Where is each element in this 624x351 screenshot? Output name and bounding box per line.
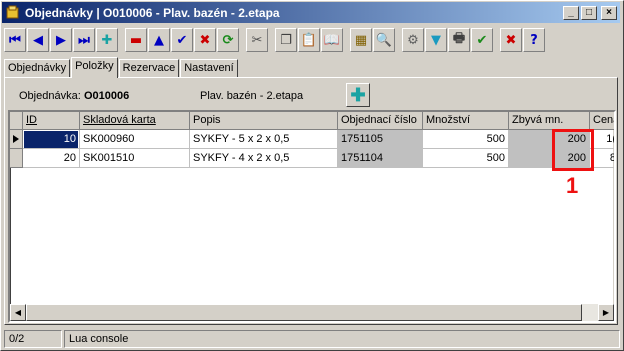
row-indicator[interactable] — [10, 149, 23, 168]
first-record-button[interactable]: ⏮ — [4, 28, 26, 52]
ok-button[interactable]: ✔ — [471, 28, 493, 52]
filter-icon: ▼ — [431, 32, 441, 48]
last-record-button[interactable]: ⏭ — [73, 28, 95, 52]
ok-icon: ✔ — [476, 32, 488, 48]
tree-icon: ▦ — [354, 32, 368, 48]
search-icon: 🔍 — [375, 32, 393, 48]
close-button[interactable]: × — [601, 5, 617, 20]
refresh-button[interactable]: ⟳ — [217, 28, 239, 52]
paste-icon: 📋 — [300, 32, 318, 48]
tab-nastaveni[interactable]: Nastavení — [180, 59, 238, 77]
add-record-icon: ✚ — [101, 32, 113, 48]
delete-record-button[interactable]: ▬ — [125, 28, 147, 52]
up-button[interactable]: ▲ — [148, 28, 170, 52]
scroll-thumb[interactable] — [26, 304, 582, 321]
scroll-left-button[interactable]: ◀ — [10, 304, 26, 321]
print-button[interactable]: 🖶 — [448, 28, 470, 52]
row-indicator-header — [10, 112, 23, 130]
annotation-highlight-box — [552, 129, 594, 171]
cancel-edit-button[interactable]: ✖ — [194, 28, 216, 52]
confirm-icon: ✔ — [176, 32, 188, 48]
title-bar[interactable]: Objednávky | O010006 - Plav. bazén - 2.e… — [2, 2, 620, 23]
filter-button[interactable]: ▼ — [425, 28, 447, 52]
settings-button[interactable]: ⚙ — [402, 28, 424, 52]
book-button[interactable]: 📖 — [321, 28, 343, 52]
cell-quantity[interactable]: 500 — [423, 130, 509, 149]
up-icon: ▲ — [154, 32, 164, 48]
copy-button[interactable]: ❐ — [275, 28, 297, 52]
first-record-icon: ⏮ — [9, 32, 21, 48]
cell-order-number[interactable]: 1751104 — [338, 149, 423, 168]
help-icon: ? — [530, 32, 538, 48]
column-header-order-number[interactable]: Objednací číslo — [338, 112, 423, 130]
print-icon: 🖶 — [452, 31, 466, 46]
items-grid[interactable]: ID Skladová karta Popis Objednací číslo … — [8, 110, 616, 323]
scroll-right-button[interactable]: ▶ — [598, 304, 614, 321]
column-header-description[interactable]: Popis — [190, 112, 338, 130]
column-header-price[interactable]: Cena — [590, 112, 614, 130]
delete-record-icon: ▬ — [129, 32, 143, 48]
confirm-button[interactable]: ✔ — [171, 28, 193, 52]
close-form-icon: ✖ — [505, 32, 517, 48]
status-console[interactable]: Lua console — [64, 330, 620, 348]
arrow-left-icon: ◀ — [14, 308, 22, 317]
tab-strip: Objednávky Položky Rezervace Nastavení — [4, 57, 239, 78]
maximize-button[interactable]: □ — [581, 5, 597, 20]
copy-icon: ❐ — [280, 32, 292, 48]
prev-record-icon: ◀ — [33, 32, 43, 48]
cell-card[interactable]: SK001510 — [80, 149, 190, 168]
column-header-id[interactable]: ID — [23, 112, 80, 130]
cut-button[interactable]: ✂ — [246, 28, 268, 52]
current-row-arrow-icon — [13, 135, 19, 143]
minimize-button[interactable]: _ — [563, 5, 579, 20]
cell-order-number[interactable]: 1751105 — [338, 130, 423, 149]
cell-id[interactable]: 10 — [24, 131, 78, 148]
help-button[interactable]: ? — [523, 28, 545, 52]
next-record-icon: ▶ — [56, 32, 66, 48]
order-label: Objednávka: — [19, 90, 81, 102]
arrow-right-icon: ▶ — [602, 308, 610, 317]
tree-button[interactable]: ▦ — [350, 28, 372, 52]
toolbar: ⏮ ◀ ▶ ⏭ ✚ ▬ ▲ ✔ ✖ ⟳ ✂ ❐ 📋 📖 ▦ 🔍 ⚙ ▼ 🖶 ✔ ✖? — [4, 26, 546, 54]
cell-description[interactable]: SYKFY - 4 x 2 x 0,5 — [190, 149, 338, 168]
tab-objednavky[interactable]: Objednávky — [4, 59, 71, 77]
column-header-card[interactable]: Skladová karta — [80, 112, 190, 130]
plus-icon: ✚ — [350, 85, 366, 105]
cell-quantity[interactable]: 500 — [423, 149, 509, 168]
add-record-button[interactable]: ✚ — [96, 28, 118, 52]
app-icon — [5, 5, 21, 21]
project-name: Plav. bazén - 2.etapa — [200, 90, 304, 102]
last-record-icon: ⏭ — [78, 32, 90, 48]
next-record-button[interactable]: ▶ — [50, 28, 72, 52]
order-number: O010006 — [84, 90, 130, 102]
window-title: Objednávky | O010006 - Plav. bazén - 2.e… — [25, 5, 280, 20]
close-form-button[interactable]: ✖ — [500, 28, 522, 52]
row-indicator[interactable] — [10, 130, 23, 149]
cell-description[interactable]: SYKFY - 5 x 2 x 0,5 — [190, 130, 338, 149]
status-record-count: 0/2 — [4, 330, 62, 348]
annotation-number: 1 — [566, 173, 579, 198]
horizontal-scrollbar[interactable]: ◀ ▶ — [10, 304, 614, 321]
cancel-edit-icon: ✖ — [199, 32, 211, 48]
prev-record-button[interactable]: ◀ — [27, 28, 49, 52]
settings-icon: ⚙ — [407, 32, 419, 48]
tab-rezervace[interactable]: Rezervace — [118, 59, 180, 77]
paste-button[interactable]: 📋 — [298, 28, 320, 52]
cell-card[interactable]: SK000960 — [80, 130, 190, 149]
column-header-quantity[interactable]: Množství — [423, 112, 509, 130]
column-header-remaining[interactable]: Zbyvá mn. — [509, 112, 590, 130]
cell-id[interactable]: 20 — [23, 149, 80, 168]
add-item-button[interactable]: ✚ — [346, 83, 370, 107]
refresh-icon: ⟳ — [222, 32, 234, 48]
tab-polozky[interactable]: Položky — [71, 57, 118, 78]
cut-icon: ✂ — [251, 32, 263, 48]
table-row[interactable]: 10 — [23, 130, 80, 149]
book-icon: 📖 — [323, 32, 341, 48]
search-button[interactable]: 🔍 — [373, 28, 395, 52]
